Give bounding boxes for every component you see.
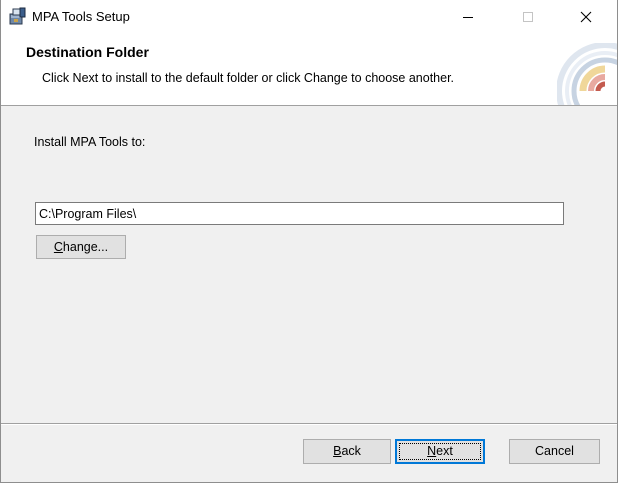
window-title: MPA Tools Setup	[32, 9, 130, 24]
cancel-button[interactable]: Cancel	[509, 439, 600, 464]
install-location-label: Install MPA Tools to:	[34, 135, 146, 149]
installer-package-icon	[8, 7, 26, 25]
installer-banner-graphic	[556, 42, 617, 105]
change-button[interactable]: Change...	[36, 235, 126, 259]
install-path-field[interactable]	[35, 202, 564, 225]
next-button[interactable]: Next	[395, 439, 485, 464]
next-button-mnemonic: N	[427, 444, 437, 458]
cancel-button-label: Cancel	[535, 444, 574, 458]
close-icon	[580, 11, 592, 23]
setup-window: MPA Tools Setup Destination Folder Click…	[0, 0, 618, 483]
change-button-mnemonic: C	[53, 239, 63, 254]
title-bar[interactable]: MPA Tools Setup	[1, 0, 617, 33]
change-button-label: hange...	[62, 239, 109, 254]
back-button[interactable]: Back	[303, 439, 391, 464]
minimize-icon	[463, 17, 473, 18]
maximize-icon	[523, 12, 533, 22]
close-button[interactable]	[563, 0, 609, 33]
minimize-button[interactable]	[445, 0, 491, 33]
next-button-label: ext	[436, 444, 453, 458]
page-title: Destination Folder	[26, 44, 149, 60]
page-description: Click Next to install to the default fol…	[42, 71, 455, 85]
back-button-label: ack	[341, 444, 361, 458]
maximize-button[interactable]	[505, 0, 551, 33]
header-banner: Destination Folder Click Next to install…	[1, 33, 617, 106]
footer-separator	[1, 423, 617, 425]
